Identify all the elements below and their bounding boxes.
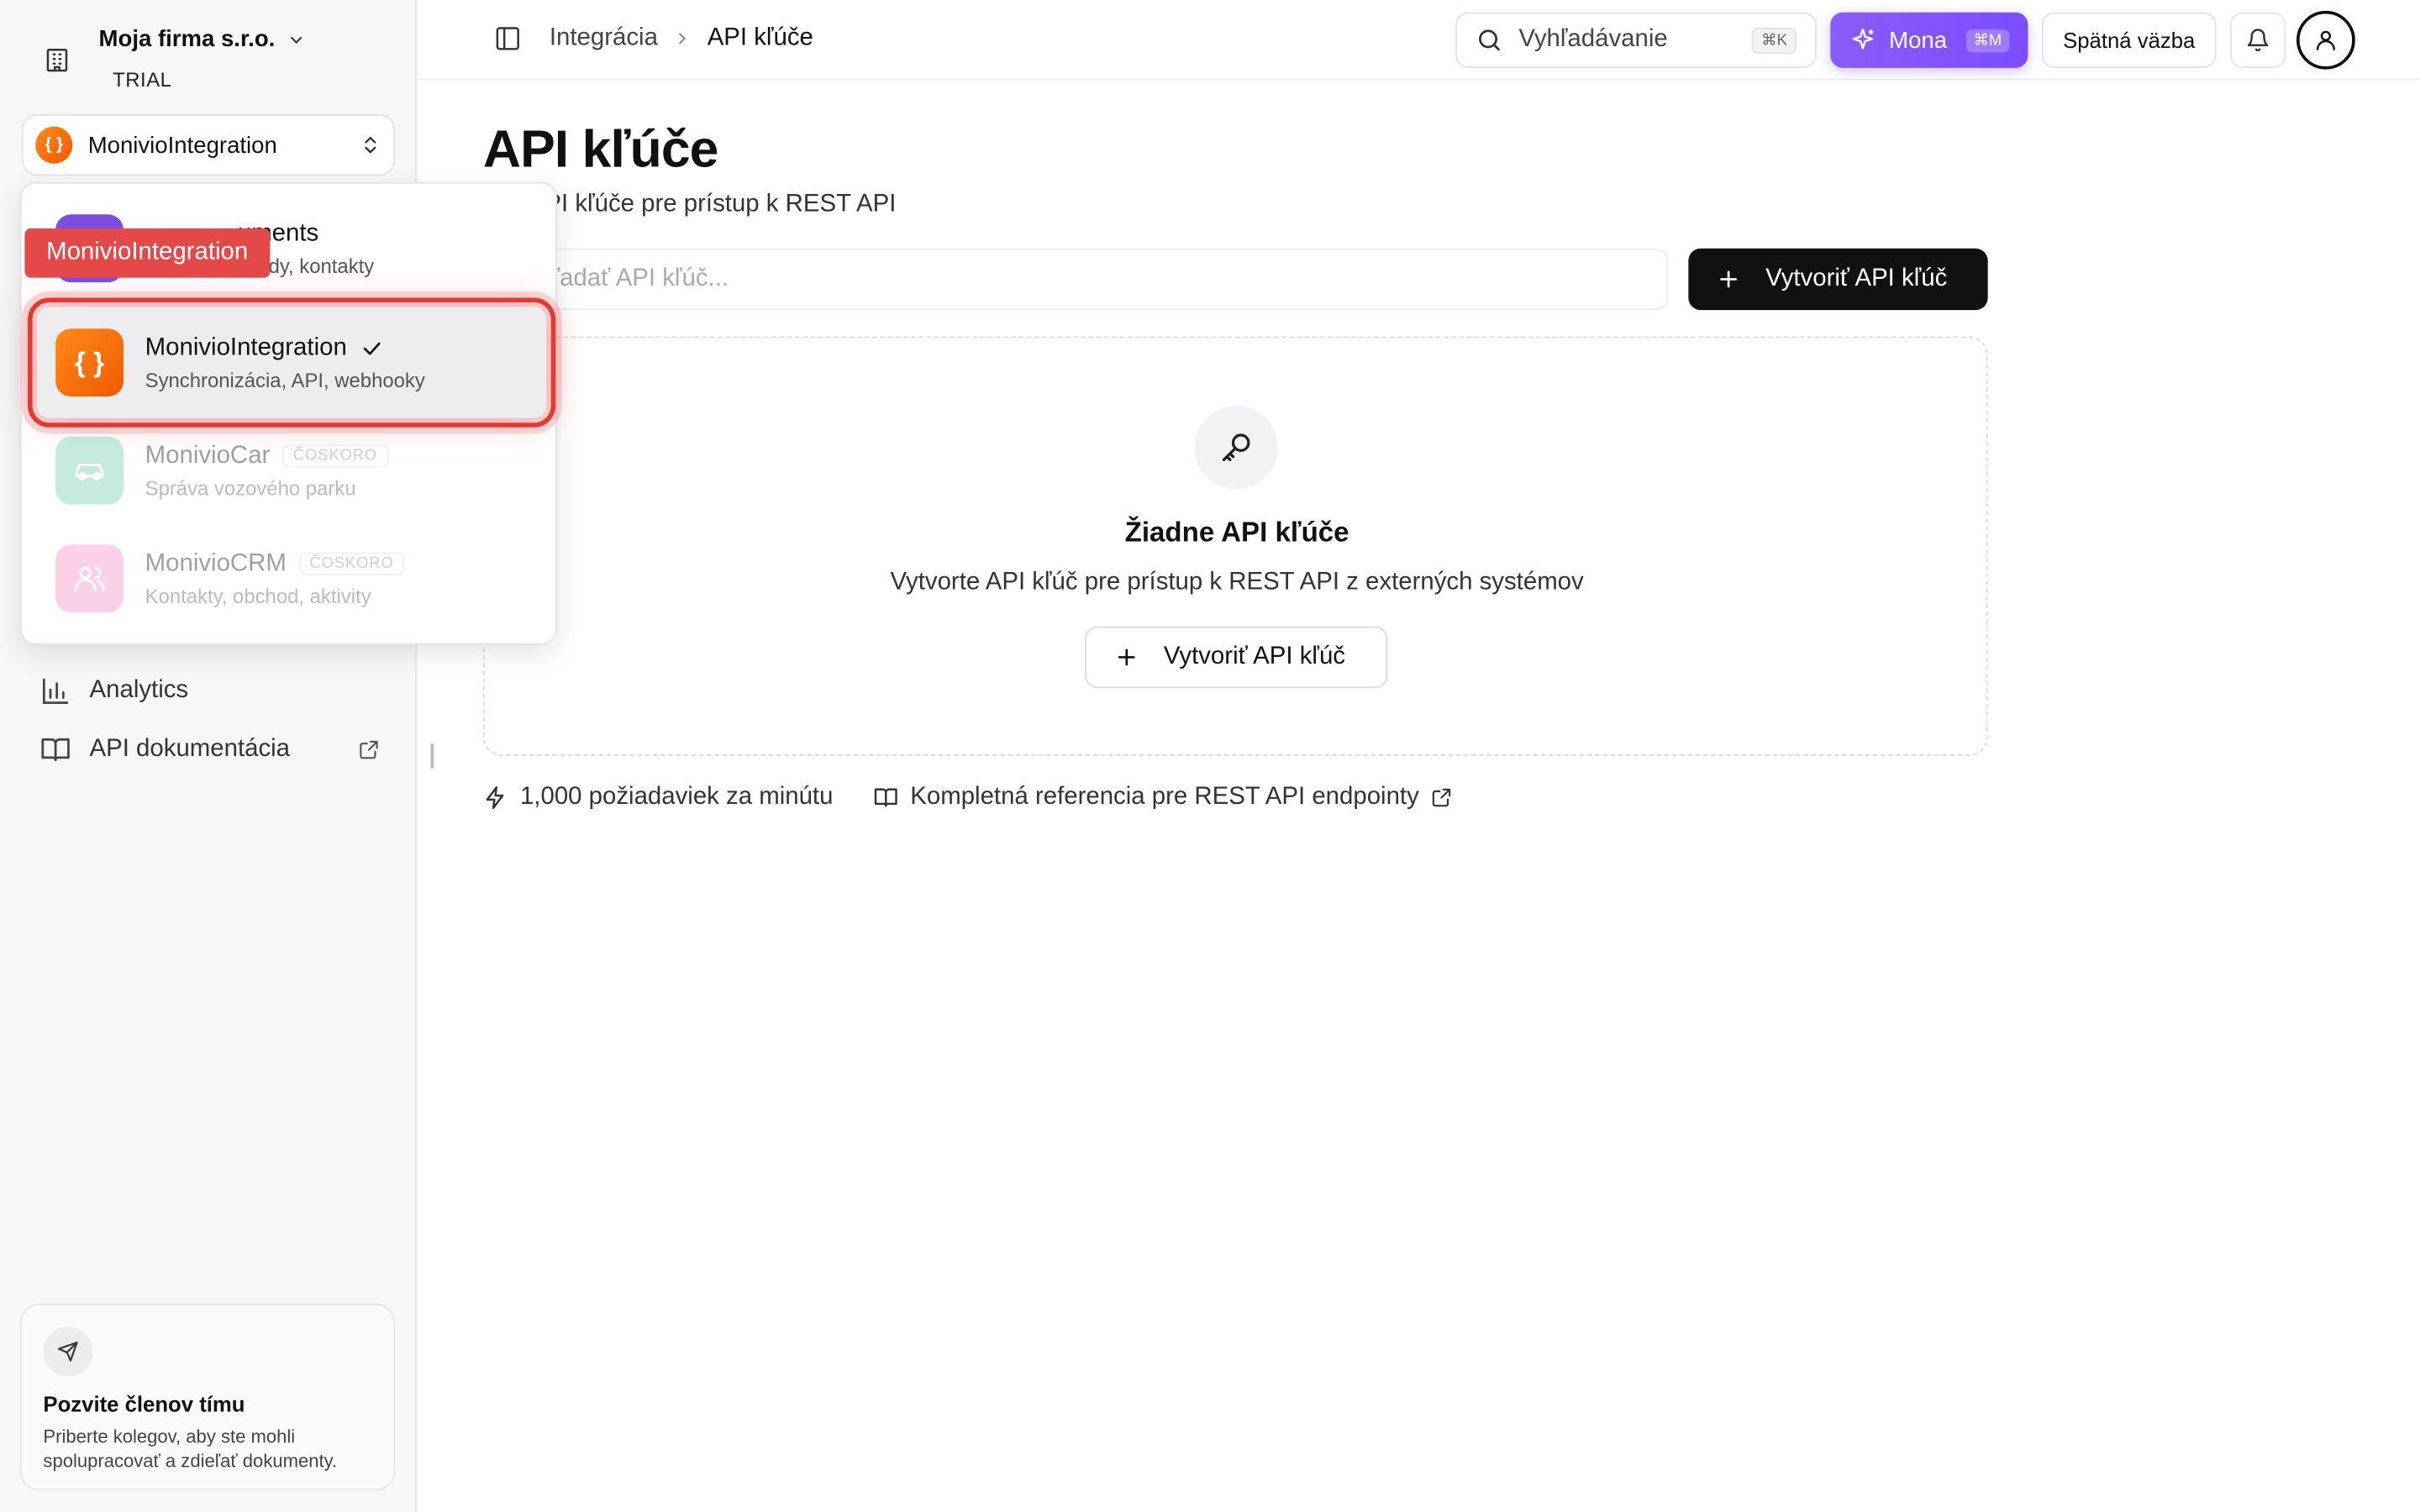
plus-icon <box>1720 270 1738 288</box>
sidebar-item-label: API dokumentácia <box>89 736 291 763</box>
org-name: Moja firma s.r.o. <box>99 26 306 52</box>
integration-title: MonivioIntegration <box>145 333 347 360</box>
api-reference-link[interactable]: Kompletná referencia pre REST API endpoi… <box>873 784 1453 811</box>
notifications-button[interactable] <box>2230 12 2286 68</box>
bell-icon <box>2247 29 2269 52</box>
empty-create-api-key-button[interactable]: Vytvoriť API kľúč <box>1085 626 1388 689</box>
sparkles-icon <box>1852 29 1874 50</box>
highlight-tag: MonivioIntegration <box>24 228 270 278</box>
rate-limit-info: 1,000 požiadaviek za minútu <box>483 784 834 811</box>
mona-button[interactable]: Mona ⌘M <box>1830 12 2028 68</box>
chevrons-updown-icon <box>365 136 376 154</box>
empty-state-desc: Vytvorte API kľúč pre prístup k REST API… <box>890 569 1584 596</box>
module-option-subtitle: Kontakty, obchod, aktivity <box>145 584 371 607</box>
rate-limit-text: 1,000 požiadaviek za minútu <box>519 784 834 811</box>
module-option-title: MonivioIntegration <box>145 334 425 362</box>
search-label: Vyhľadávanie <box>1518 26 1668 53</box>
empty-state: Žiadne API kľúče Vytvorte API kľúč pre p… <box>482 336 1988 756</box>
api-key-search-input[interactable] <box>552 265 1667 293</box>
search-icon <box>1479 29 1500 51</box>
bar-chart-icon <box>42 678 69 704</box>
book-icon <box>874 788 897 807</box>
breadcrumb-integration[interactable]: Integrácia <box>550 24 658 52</box>
module-option-title: MonivioCar ČOSKORO <box>145 442 389 470</box>
breadcrumb-current: API kľúče <box>707 24 813 51</box>
external-link-icon <box>1433 788 1452 807</box>
mona-label: Mona <box>1889 27 1948 54</box>
avatar[interactable] <box>2296 10 2355 70</box>
building-icon <box>31 22 83 99</box>
invite-card[interactable]: Pozvite členov tímu Priberte kolegov, ab… <box>19 1304 396 1491</box>
sidebar-item-api-docs[interactable]: API dokumentácia <box>40 734 380 765</box>
create-api-key-button[interactable]: Vytvoriť API kľúč <box>1688 248 1988 311</box>
crm-title: MonivioCRM <box>145 549 287 577</box>
sidebar-resize-handle[interactable] <box>430 743 434 769</box>
global-search[interactable]: Vyhľadávanie ⌘K <box>1455 12 1817 68</box>
module-option-integration[interactable]: { } MonivioIntegration Synchronizácia, A… <box>28 297 556 428</box>
feedback-button[interactable]: Spätná väzba <box>2041 12 2217 68</box>
users-icon <box>55 544 124 613</box>
panel-toggle-icon[interactable] <box>494 24 522 60</box>
topbar: Integrácia API kľúče Vyhľadávanie ⌘K Mon… <box>416 0 2420 81</box>
sidebar-item-label: Analytics <box>89 677 189 704</box>
breadcrumb: Integrácia API kľúče <box>550 24 813 52</box>
coming-soon-badge: ČOSKORO <box>281 444 389 468</box>
zap-icon <box>486 786 504 810</box>
empty-state-title: Žiadne API kľúče <box>1124 517 1349 549</box>
book-icon <box>41 738 70 762</box>
send-icon <box>43 1326 93 1377</box>
module-option-car: MonivioCar ČOSKORO Správa vozového parku <box>37 421 543 520</box>
invite-title: Pozvite členov tímu <box>43 1391 245 1417</box>
coming-soon-badge: ČOSKORO <box>298 552 405 576</box>
user-icon <box>2316 30 2335 50</box>
api-key-search[interactable] <box>482 248 1669 311</box>
module-option-subtitle: Správa vozového parku <box>145 475 356 500</box>
org-name-label: Moja firma s.r.o. <box>98 26 276 53</box>
create-api-key-label: Vytvoriť API kľúč <box>1765 265 1948 292</box>
search-shortcut: ⌘K <box>1752 27 1797 54</box>
integration-module-icon: { } <box>55 328 124 397</box>
mona-shortcut: ⌘M <box>1965 28 2010 52</box>
page-title: API kľúče <box>482 120 718 180</box>
car-title: MonivioCar <box>145 442 271 469</box>
module-option-crm: MonivioCRM ČOSKORO Kontakty, obchod, akt… <box>37 529 543 628</box>
module-option-subtitle: Synchronizácia, API, webhooky <box>145 368 425 391</box>
module-select[interactable]: { } MonivioIntegration <box>21 113 396 176</box>
api-info-row: 1,000 požiadaviek za minútu Kompletná re… <box>483 784 1453 811</box>
org-switcher[interactable]: Moja firma s.r.o. TRIAL <box>31 22 306 99</box>
plus-icon <box>1118 648 1135 666</box>
external-link-icon <box>360 740 378 759</box>
api-reference-text: Kompletná referencia pre REST API endpoi… <box>910 784 1419 811</box>
module-option-title: MonivioCRM ČOSKORO <box>145 550 405 578</box>
empty-create-label: Vytvoriť API kľúč <box>1163 643 1345 670</box>
key-icon <box>1194 406 1278 490</box>
check-icon <box>363 341 381 354</box>
car-icon <box>55 436 124 505</box>
org-tier-badge: TRIAL <box>113 67 172 92</box>
chevron-right-icon <box>679 33 687 45</box>
chevron-down-icon <box>291 36 302 44</box>
sidebar-item-analytics[interactable]: Analytics <box>40 675 188 706</box>
invite-desc: Priberte kolegov, aby ste mohli spolupra… <box>43 1425 338 1473</box>
integration-module-icon: { } <box>35 126 73 164</box>
module-select-label: MonivioIntegration <box>87 132 277 159</box>
